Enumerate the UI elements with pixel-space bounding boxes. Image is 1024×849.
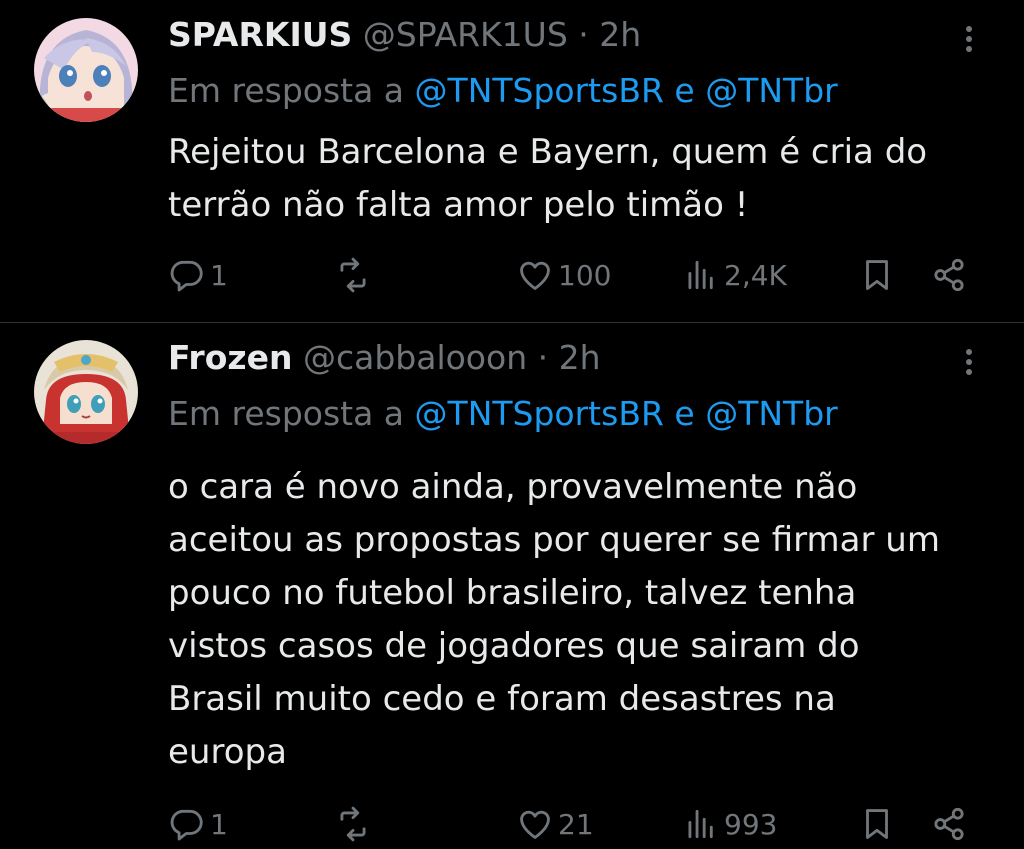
share-button[interactable] xyxy=(930,250,968,300)
reply-count: 1 xyxy=(210,807,228,841)
like-count: 21 xyxy=(558,807,594,841)
tweet-text-line: Brasil muito cedo e foram desastres na xyxy=(168,679,836,719)
heart-icon xyxy=(520,261,550,290)
tweet-text: Rejeitou Barcelona e Bayern, quem é cria… xyxy=(168,126,998,232)
user-handle[interactable]: @cabbalooon xyxy=(303,338,527,377)
display-name[interactable]: Frozen xyxy=(168,338,292,377)
separator-dot: · xyxy=(537,338,549,377)
more-icon[interactable] xyxy=(956,345,982,381)
avatar[interactable] xyxy=(34,340,138,444)
tweet[interactable]: Frozen @cabbalooon · 2h Em resposta a @T… xyxy=(0,323,1024,842)
tweet-header: SPARKIUS @SPARK1US · 2h xyxy=(168,14,641,56)
action-bar: 1 100 2,4K xyxy=(0,250,1024,300)
reply-count: 1 xyxy=(210,258,228,292)
reply-context: Em resposta a @TNTSportsBR e @TNTbr xyxy=(168,70,838,112)
retweet-button[interactable] xyxy=(334,250,376,300)
timestamp[interactable]: 2h xyxy=(599,15,641,54)
mention-link[interactable]: @TNTbr xyxy=(705,394,838,433)
views-count: 2,4K xyxy=(724,258,787,292)
reply-prefix: Em resposta a xyxy=(168,71,405,110)
mention-link[interactable]: @TNTSportsBR xyxy=(415,71,664,110)
tweet-text-line: o cara é novo ainda, provavelmente não xyxy=(168,467,858,507)
tweet-text-line: europa xyxy=(168,732,287,772)
tweet-text-line: pouco no futebol brasileiro, talvez tenh… xyxy=(168,573,857,613)
mention-link[interactable]: @TNTSportsBR xyxy=(415,394,664,433)
retweet-icon xyxy=(340,257,366,293)
share-icon xyxy=(934,258,964,292)
views-icon xyxy=(688,260,713,290)
like-button[interactable]: 100 xyxy=(516,250,611,300)
reply-icon xyxy=(170,260,203,292)
reply-joiner: e xyxy=(674,71,695,110)
views-count: 993 xyxy=(724,807,778,841)
views-button[interactable]: 2,4K xyxy=(682,250,787,300)
timestamp[interactable]: 2h xyxy=(559,338,601,377)
avatar-image xyxy=(34,18,138,122)
more-icon[interactable] xyxy=(956,22,982,58)
user-handle[interactable]: @SPARK1US xyxy=(363,15,568,54)
separator-dot: · xyxy=(578,15,589,54)
avatar-image xyxy=(34,340,138,444)
tweet[interactable]: SPARKIUS @SPARK1US · 2h Em resposta a @T… xyxy=(0,0,1024,322)
bookmark-icon xyxy=(866,260,888,290)
tweet-text-line: Rejeitou Barcelona e Bayern, quem é cria… xyxy=(168,132,928,172)
tweet-text: o cara é novo ainda, provavelmente não a… xyxy=(168,461,998,779)
reply-prefix: Em resposta a xyxy=(168,394,405,433)
reply-button[interactable]: 1 xyxy=(168,250,228,300)
tweet-text-line: aceitou as propostas por querer se firma… xyxy=(168,520,940,560)
tweet-text-line: terrão não falta amor pelo timão ! xyxy=(168,185,749,225)
views-icon xyxy=(688,809,713,839)
heart-icon xyxy=(520,810,550,839)
display-name[interactable]: SPARKIUS xyxy=(168,15,352,54)
reply-joiner: e xyxy=(674,394,695,433)
reply-icon xyxy=(170,809,203,841)
avatar[interactable] xyxy=(34,18,138,122)
tweet-text-line: vistos casos de jogadores que sairam do xyxy=(168,626,860,666)
retweet-icon xyxy=(340,806,366,842)
tweet-header: Frozen @cabbalooon · 2h xyxy=(168,337,601,379)
share-icon xyxy=(934,807,964,841)
like-count: 100 xyxy=(558,258,612,292)
mention-link[interactable]: @TNTbr xyxy=(705,71,838,110)
bookmark-icon xyxy=(866,809,888,839)
reply-context: Em resposta a @TNTSportsBR e @TNTbr xyxy=(168,393,838,435)
bookmark-button[interactable] xyxy=(858,250,896,300)
